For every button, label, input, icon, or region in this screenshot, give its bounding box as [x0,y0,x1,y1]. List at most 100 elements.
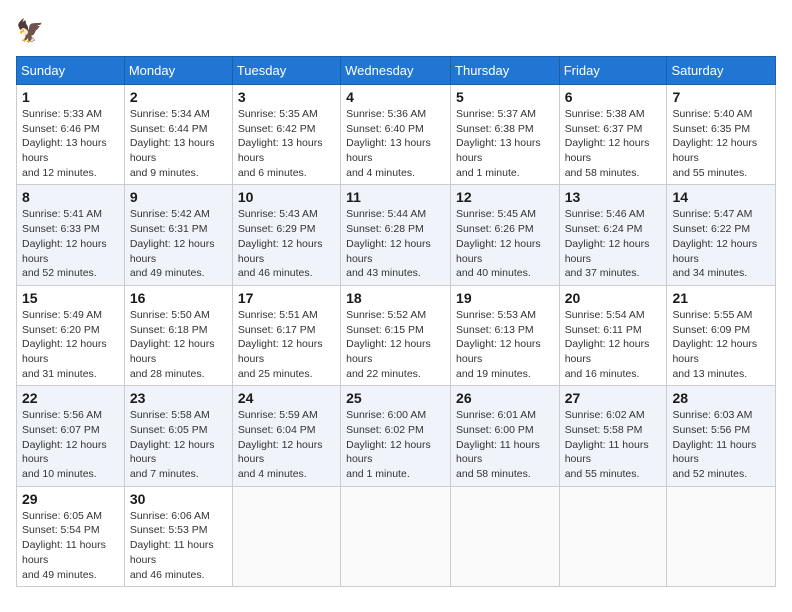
day-info: Sunrise: 6:05 AMSunset: 5:54 PMDaylight:… [22,509,119,582]
day-info: Sunrise: 5:53 AMSunset: 6:13 PMDaylight:… [456,308,554,381]
calendar-cell: 20 Sunrise: 5:54 AMSunset: 6:11 PMDayligh… [559,285,667,385]
day-number: 20 [565,290,662,306]
day-info: Sunrise: 5:46 AMSunset: 6:24 PMDaylight:… [565,207,662,280]
day-number: 25 [346,390,445,406]
day-number: 1 [22,89,119,105]
calendar-cell: 1 Sunrise: 5:33 AMSunset: 6:46 PMDaylight… [17,85,125,185]
calendar-cell [667,486,776,586]
calendar-week-row: 22Sunrise: 5:56 AMSunset: 6:07 PMDayligh… [17,386,776,486]
day-info: Sunrise: 5:47 AMSunset: 6:22 PMDaylight:… [672,207,770,280]
day-info: Sunrise: 5:56 AMSunset: 6:07 PMDaylight:… [22,408,119,481]
day-info: Sunrise: 5:54 AMSunset: 6:11 PMDaylight:… [565,308,662,381]
logo-bird-icon: 🦅 [16,16,48,48]
calendar-cell: 26 Sunrise: 6:01 AMSunset: 6:00 PMDayligh… [451,386,560,486]
calendar-cell: 29Sunrise: 6:05 AMSunset: 5:54 PMDayligh… [17,486,125,586]
calendar-cell: 15Sunrise: 5:49 AMSunset: 6:20 PMDayligh… [17,285,125,385]
calendar-cell [341,486,451,586]
calendar-week-row: 15Sunrise: 5:49 AMSunset: 6:20 PMDayligh… [17,285,776,385]
day-number: 13 [565,189,662,205]
calendar-cell: 8 Sunrise: 5:41 AMSunset: 6:33 PMDaylight… [17,185,125,285]
calendar-cell: 16 Sunrise: 5:50 AMSunset: 6:18 PMDayligh… [124,285,232,385]
calendar-cell: 14 Sunrise: 5:47 AMSunset: 6:22 PMDayligh… [667,185,776,285]
calendar-week-row: 1 Sunrise: 5:33 AMSunset: 6:46 PMDaylight… [17,85,776,185]
day-info: Sunrise: 5:37 AMSunset: 6:38 PMDaylight:… [456,107,554,180]
day-info: Sunrise: 5:36 AMSunset: 6:40 PMDaylight:… [346,107,445,180]
day-number: 2 [130,89,227,105]
calendar-cell: 25 Sunrise: 6:00 AMSunset: 6:02 PMDayligh… [341,386,451,486]
calendar-cell: 12 Sunrise: 5:45 AMSunset: 6:26 PMDayligh… [451,185,560,285]
day-number: 23 [130,390,227,406]
calendar-cell: 6 Sunrise: 5:38 AMSunset: 6:37 PMDaylight… [559,85,667,185]
day-info: Sunrise: 6:03 AMSunset: 5:56 PMDaylight:… [672,408,770,481]
calendar-cell: 28 Sunrise: 6:03 AMSunset: 5:56 PMDayligh… [667,386,776,486]
day-info: Sunrise: 5:33 AMSunset: 6:46 PMDaylight:… [22,107,119,180]
svg-text:🦅: 🦅 [16,17,44,43]
day-number: 14 [672,189,770,205]
day-number: 16 [130,290,227,306]
day-info: Sunrise: 6:06 AMSunset: 5:53 PMDaylight:… [130,509,227,582]
logo: 🦅 [16,16,52,48]
calendar-header-monday: Monday [124,57,232,85]
calendar-header-thursday: Thursday [451,57,560,85]
day-number: 21 [672,290,770,306]
calendar-cell: 22Sunrise: 5:56 AMSunset: 6:07 PMDayligh… [17,386,125,486]
day-info: Sunrise: 6:01 AMSunset: 6:00 PMDaylight:… [456,408,554,481]
day-info: Sunrise: 6:00 AMSunset: 6:02 PMDaylight:… [346,408,445,481]
day-number: 19 [456,290,554,306]
day-number: 12 [456,189,554,205]
calendar-cell: 4 Sunrise: 5:36 AMSunset: 6:40 PMDaylight… [341,85,451,185]
calendar-cell: 10Sunrise: 5:43 AMSunset: 6:29 PMDayligh… [232,185,340,285]
calendar-cell [232,486,340,586]
calendar-cell: 5 Sunrise: 5:37 AMSunset: 6:38 PMDaylight… [451,85,560,185]
day-info: Sunrise: 5:52 AMSunset: 6:15 PMDaylight:… [346,308,445,381]
calendar-cell [559,486,667,586]
day-info: Sunrise: 5:34 AMSunset: 6:44 PMDaylight:… [130,107,227,180]
day-number: 26 [456,390,554,406]
calendar-header-friday: Friday [559,57,667,85]
calendar-cell: 2 Sunrise: 5:34 AMSunset: 6:44 PMDaylight… [124,85,232,185]
day-info: Sunrise: 6:02 AMSunset: 5:58 PMDaylight:… [565,408,662,481]
day-info: Sunrise: 5:50 AMSunset: 6:18 PMDaylight:… [130,308,227,381]
day-number: 17 [238,290,335,306]
calendar-week-row: 8 Sunrise: 5:41 AMSunset: 6:33 PMDaylight… [17,185,776,285]
day-number: 5 [456,89,554,105]
calendar-cell: 9 Sunrise: 5:42 AMSunset: 6:31 PMDaylight… [124,185,232,285]
day-number: 4 [346,89,445,105]
day-number: 11 [346,189,445,205]
day-number: 28 [672,390,770,406]
calendar-cell: 19 Sunrise: 5:53 AMSunset: 6:13 PMDayligh… [451,285,560,385]
calendar-cell: 17 Sunrise: 5:51 AMSunset: 6:17 PMDayligh… [232,285,340,385]
calendar-header-tuesday: Tuesday [232,57,340,85]
calendar-table: SundayMondayTuesdayWednesdayThursdayFrid… [16,56,776,587]
day-number: 15 [22,290,119,306]
day-info: Sunrise: 5:35 AMSunset: 6:42 PMDaylight:… [238,107,335,180]
day-info: Sunrise: 5:41 AMSunset: 6:33 PMDaylight:… [22,207,119,280]
day-info: Sunrise: 5:51 AMSunset: 6:17 PMDaylight:… [238,308,335,381]
day-number: 24 [238,390,335,406]
calendar-cell: 30 Sunrise: 6:06 AMSunset: 5:53 PMDayligh… [124,486,232,586]
calendar-header-sunday: Sunday [17,57,125,85]
day-info: Sunrise: 5:58 AMSunset: 6:05 PMDaylight:… [130,408,227,481]
day-info: Sunrise: 5:38 AMSunset: 6:37 PMDaylight:… [565,107,662,180]
calendar-week-row: 29Sunrise: 6:05 AMSunset: 5:54 PMDayligh… [17,486,776,586]
calendar-cell: 27 Sunrise: 6:02 AMSunset: 5:58 PMDayligh… [559,386,667,486]
calendar-cell: 13 Sunrise: 5:46 AMSunset: 6:24 PMDayligh… [559,185,667,285]
day-info: Sunrise: 5:42 AMSunset: 6:31 PMDaylight:… [130,207,227,280]
calendar-header-wednesday: Wednesday [341,57,451,85]
day-number: 9 [130,189,227,205]
day-number: 30 [130,491,227,507]
day-info: Sunrise: 5:45 AMSunset: 6:26 PMDaylight:… [456,207,554,280]
calendar-header-row: SundayMondayTuesdayWednesdayThursdayFrid… [17,57,776,85]
day-number: 3 [238,89,335,105]
day-number: 18 [346,290,445,306]
day-info: Sunrise: 5:44 AMSunset: 6:28 PMDaylight:… [346,207,445,280]
calendar-cell: 18 Sunrise: 5:52 AMSunset: 6:15 PMDayligh… [341,285,451,385]
calendar-cell: 24Sunrise: 5:59 AMSunset: 6:04 PMDayligh… [232,386,340,486]
calendar-cell: 23 Sunrise: 5:58 AMSunset: 6:05 PMDayligh… [124,386,232,486]
day-number: 8 [22,189,119,205]
day-number: 27 [565,390,662,406]
page-header: 🦅 [16,16,776,48]
day-number: 6 [565,89,662,105]
calendar-cell: 7Sunrise: 5:40 AMSunset: 6:35 PMDaylight… [667,85,776,185]
calendar-header-saturday: Saturday [667,57,776,85]
